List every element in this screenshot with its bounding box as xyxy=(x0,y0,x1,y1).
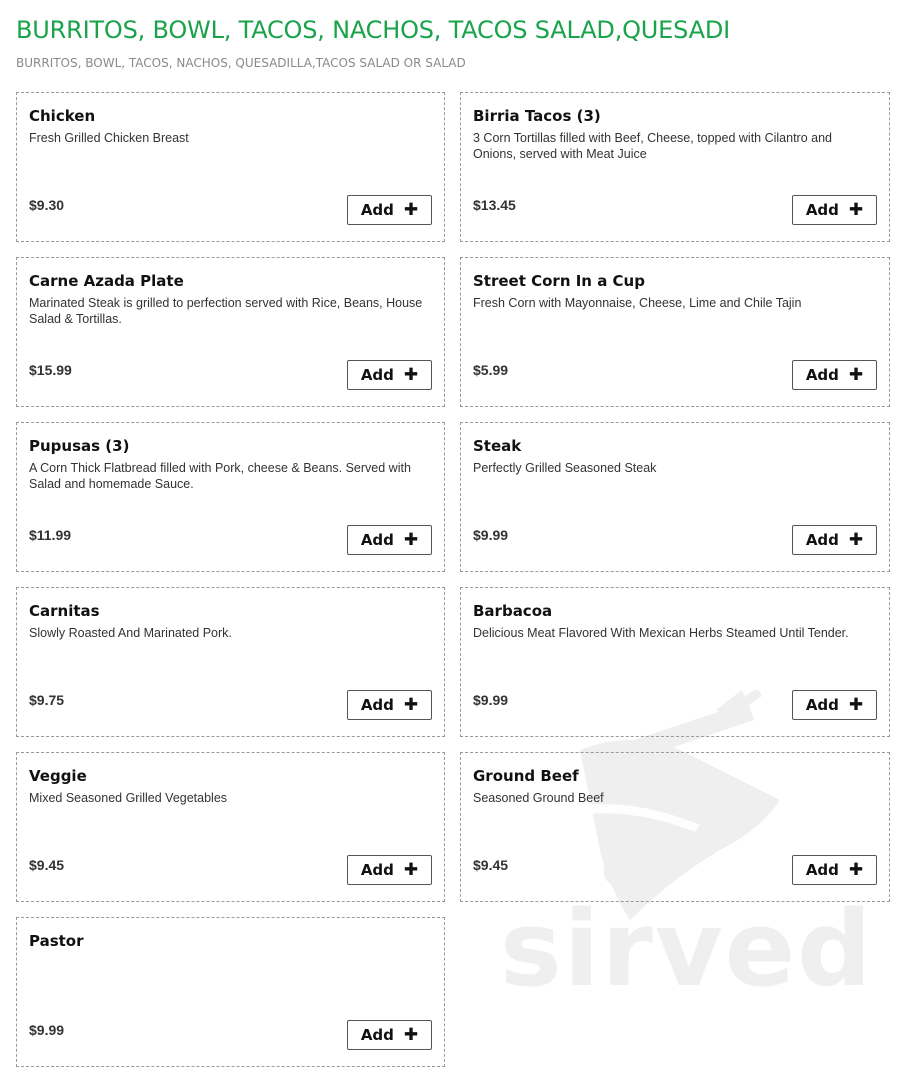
page-subtitle: BURRITOS, BOWL, TACOS, NACHOS, QUESADILL… xyxy=(16,56,466,70)
menu-item-description: A Corn Thick Flatbread filled with Pork,… xyxy=(29,461,411,491)
menu-item-name: Chicken xyxy=(29,107,96,125)
menu-item-description: 3 Corn Tortillas filled with Beef, Chees… xyxy=(473,131,832,161)
menu-item-card: Steak Perfectly Grilled Seasoned Steak $9.… xyxy=(460,422,890,572)
plus-icon: ✚ xyxy=(403,859,419,880)
menu-item-card: Ground Beef Seasoned Ground Beef $9.45 Add ✚ xyxy=(460,752,890,902)
menu-item-card: Pupusas (3) A Corn Thick Flatbread filled… xyxy=(16,422,445,572)
menu-item-description: Seasoned Ground Beef xyxy=(473,791,604,805)
menu-item-name: Barbacoa xyxy=(473,602,553,620)
plus-icon: ✚ xyxy=(848,364,864,385)
menu-item-description: Mixed Seasoned Grilled Vegetables xyxy=(29,791,228,805)
add-button-label: Add xyxy=(360,531,394,549)
add-button-label: Add xyxy=(805,696,839,714)
add-button-label: Add xyxy=(805,366,839,384)
add-button-label: Add xyxy=(360,696,394,714)
menu-item-name: Veggie xyxy=(29,767,87,785)
menu-item-description: Perfectly Grilled Seasoned Steak xyxy=(473,461,657,475)
menu-item-price: $9.99 xyxy=(473,527,509,543)
watermark-text: sirved xyxy=(500,888,874,1010)
add-to-order-button[interactable]: Add ✚ xyxy=(347,855,432,885)
menu-item-price: $9.30 xyxy=(29,197,65,213)
plus-icon: ✚ xyxy=(403,694,419,715)
add-to-order-button[interactable]: Add ✚ xyxy=(792,360,877,390)
add-to-order-button[interactable]: Add ✚ xyxy=(347,1020,432,1050)
add-to-order-button[interactable]: Add ✚ xyxy=(792,195,877,225)
add-button-label: Add xyxy=(360,861,394,879)
add-button-label: Add xyxy=(805,201,839,219)
menu-item-card: Carne Azada Plate Marinated Steak is gril… xyxy=(16,257,445,407)
menu-item-price: $9.45 xyxy=(29,857,65,873)
menu-item-name: Pastor xyxy=(29,932,84,950)
plus-icon: ✚ xyxy=(848,199,864,220)
plus-icon: ✚ xyxy=(403,199,419,220)
menu-item-card: Barbacoa Delicious Meat Flavored With Mex… xyxy=(460,587,890,737)
add-button-label: Add xyxy=(805,861,839,879)
add-button-label: Add xyxy=(360,201,394,219)
page-title: BURRITOS, BOWL, TACOS, NACHOS, TACOS SAL… xyxy=(16,16,730,44)
menu-item-card: Carnitas Slowly Roasted And Marinated Por… xyxy=(16,587,445,737)
plus-icon: ✚ xyxy=(848,859,864,880)
add-button-label: Add xyxy=(360,1026,394,1044)
menu-item-name: Ground Beef xyxy=(473,767,579,785)
add-button-label: Add xyxy=(805,531,839,549)
menu-item-card: Veggie Mixed Seasoned Grilled Vegetables $… xyxy=(16,752,445,902)
menu-item-name: Street Corn In a Cup xyxy=(473,272,645,290)
menu-item-name: Birria Tacos (3) xyxy=(473,107,601,125)
plus-icon: ✚ xyxy=(848,529,864,550)
menu-item-card: Chicken Fresh Grilled Chicken Breast $9.30… xyxy=(16,92,445,242)
menu-item-card: Street Corn In a Cup Fresh Corn with Mayo… xyxy=(460,257,890,407)
menu-item-price: $9.75 xyxy=(29,692,65,708)
add-to-order-button[interactable]: Add ✚ xyxy=(792,855,877,885)
menu-item-price: $9.99 xyxy=(29,1022,65,1038)
menu-item-price: $13.45 xyxy=(473,197,516,213)
menu-item-name: Steak xyxy=(473,437,522,455)
menu-item-name: Carne Azada Plate xyxy=(29,272,184,290)
menu-item-name: Pupusas (3) xyxy=(29,437,130,455)
add-to-order-button[interactable]: Add ✚ xyxy=(792,525,877,555)
plus-icon: ✚ xyxy=(403,364,419,385)
add-to-order-button[interactable]: Add ✚ xyxy=(347,525,432,555)
menu-item-card: Pastor $9.99 Add ✚ xyxy=(16,917,445,1067)
menu-item-description: Marinated Steak is grilled to perfection… xyxy=(29,296,423,326)
menu-item-name: Carnitas xyxy=(29,602,100,620)
menu-item-price: $5.99 xyxy=(473,362,509,378)
menu-item-description: Fresh Grilled Chicken Breast xyxy=(29,131,189,145)
menu-item-description: Delicious Meat Flavored With Mexican Her… xyxy=(473,626,849,640)
plus-icon: ✚ xyxy=(403,1024,419,1045)
menu-item-description: Slowly Roasted And Marinated Pork. xyxy=(29,626,232,640)
menu-item-card: Birria Tacos (3) 3 Corn Tortillas filled … xyxy=(460,92,890,242)
menu-item-price: $9.45 xyxy=(473,857,509,873)
plus-icon: ✚ xyxy=(848,694,864,715)
menu-item-price: $15.99 xyxy=(29,362,72,378)
add-to-order-button[interactable]: Add ✚ xyxy=(792,690,877,720)
add-to-order-button[interactable]: Add ✚ xyxy=(347,360,432,390)
plus-icon: ✚ xyxy=(403,529,419,550)
menu-item-description: Fresh Corn with Mayonnaise, Cheese, Lime… xyxy=(473,296,802,310)
menu-item-price: $9.99 xyxy=(473,692,509,708)
menu-item-price: $11.99 xyxy=(29,527,72,543)
add-button-label: Add xyxy=(360,366,394,384)
add-to-order-button[interactable]: Add ✚ xyxy=(347,195,432,225)
add-to-order-button[interactable]: Add ✚ xyxy=(347,690,432,720)
